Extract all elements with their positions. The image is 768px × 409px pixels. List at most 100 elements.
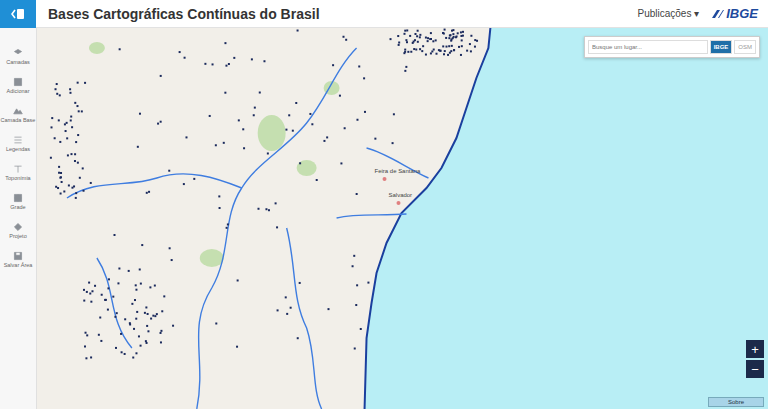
city-label: Feira de Santana	[375, 168, 422, 181]
water-body	[224, 92, 226, 94]
map-canvas[interactable]: Feira de SantanaSalvador	[37, 28, 768, 409]
water-body	[81, 110, 83, 112]
water-body	[160, 75, 162, 77]
water-body	[417, 30, 419, 32]
sidebar-item[interactable]: Camadas	[6, 48, 30, 65]
water-body	[251, 58, 253, 60]
tool-icon	[13, 251, 23, 261]
sidebar-item[interactable]: Toponímia	[5, 164, 30, 181]
water-body	[58, 166, 60, 168]
water-body	[430, 32, 432, 34]
river	[337, 214, 407, 218]
water-body	[134, 299, 136, 301]
water-body	[75, 192, 77, 194]
water-body	[66, 122, 68, 124]
sidebar-item[interactable]: Grade	[10, 193, 25, 210]
water-body	[227, 223, 229, 225]
water-body	[147, 313, 149, 315]
water-body	[55, 186, 57, 188]
water-body	[64, 123, 66, 125]
water-body	[65, 130, 67, 132]
water-body	[135, 289, 137, 291]
water-body	[406, 29, 408, 31]
water-body	[363, 77, 365, 79]
water-body	[179, 51, 181, 53]
sidebar-item[interactable]: Camada Base	[1, 106, 36, 123]
water-body	[60, 193, 62, 195]
water-body	[224, 42, 226, 44]
water-body	[451, 30, 453, 32]
zoom-button[interactable]: −	[746, 360, 764, 378]
vegetation-area	[89, 42, 105, 54]
source-button[interactable]: OSM	[734, 40, 756, 54]
map[interactable]: Feira de SantanaSalvadorIBGEOSM + − Sobre	[37, 28, 768, 409]
sidebar-item[interactable]: Projeto	[9, 222, 26, 239]
water-body	[94, 285, 96, 287]
water-body	[138, 335, 140, 337]
search-input[interactable]	[588, 40, 708, 54]
water-body	[476, 40, 478, 42]
water-body	[297, 30, 299, 32]
water-body	[69, 92, 71, 94]
water-body	[414, 39, 416, 41]
water-body	[355, 304, 357, 306]
water-body	[74, 153, 76, 155]
water-body	[345, 39, 347, 41]
water-body	[71, 126, 73, 128]
sidebar-toggle[interactable]	[0, 0, 36, 28]
source-button[interactable]: IBGE	[710, 40, 733, 54]
water-body	[453, 49, 455, 51]
sidebar-item[interactable]: Adicionar	[7, 77, 30, 94]
water-body	[83, 190, 85, 192]
sidebar-item[interactable]: Salvar Área	[4, 251, 33, 268]
water-body	[121, 351, 123, 353]
water-body	[160, 332, 162, 334]
water-body	[409, 35, 411, 37]
water-body	[442, 32, 444, 34]
water-body	[445, 37, 447, 39]
water-body	[137, 146, 139, 148]
water-body	[419, 34, 421, 36]
water-body	[452, 33, 454, 35]
water-body	[118, 268, 120, 270]
water-body	[163, 295, 165, 297]
water-body	[419, 36, 421, 38]
water-body	[448, 37, 450, 39]
water-body	[297, 337, 299, 339]
water-body	[414, 33, 416, 35]
sidebar-item[interactable]: Legendas	[6, 135, 30, 152]
tool-icon	[13, 222, 23, 232]
water-body	[133, 328, 135, 330]
water-body	[145, 306, 147, 308]
water-body	[343, 36, 345, 38]
water-body	[254, 107, 256, 109]
water-body	[398, 44, 400, 46]
water-body	[124, 318, 126, 320]
water-body	[238, 119, 240, 121]
about-button[interactable]: Sobre	[708, 397, 764, 407]
water-body	[276, 226, 278, 228]
water-body	[160, 121, 162, 123]
publications-menu[interactable]: Publicações ▾	[634, 8, 704, 19]
river	[287, 228, 322, 409]
water-body	[98, 334, 100, 336]
water-body	[407, 51, 409, 53]
water-body	[410, 51, 412, 53]
sidebar: Camadas Adicionar Camada Base Legendas Topon…	[0, 28, 37, 409]
zoom-button[interactable]: +	[746, 340, 764, 358]
water-body	[131, 303, 133, 305]
water-body	[141, 244, 143, 246]
water-body	[352, 265, 354, 267]
header: Bases Cartográficas Contínuas do BrasilP…	[0, 0, 768, 28]
water-body	[443, 33, 445, 35]
water-body	[474, 39, 476, 41]
water-body	[404, 49, 406, 51]
water-body	[431, 50, 433, 52]
water-body	[469, 43, 471, 45]
water-body	[90, 356, 92, 358]
water-body	[404, 51, 406, 53]
water-body	[136, 311, 138, 313]
water-body	[169, 247, 171, 249]
vegetation-area	[200, 249, 224, 267]
water-body	[215, 144, 217, 146]
